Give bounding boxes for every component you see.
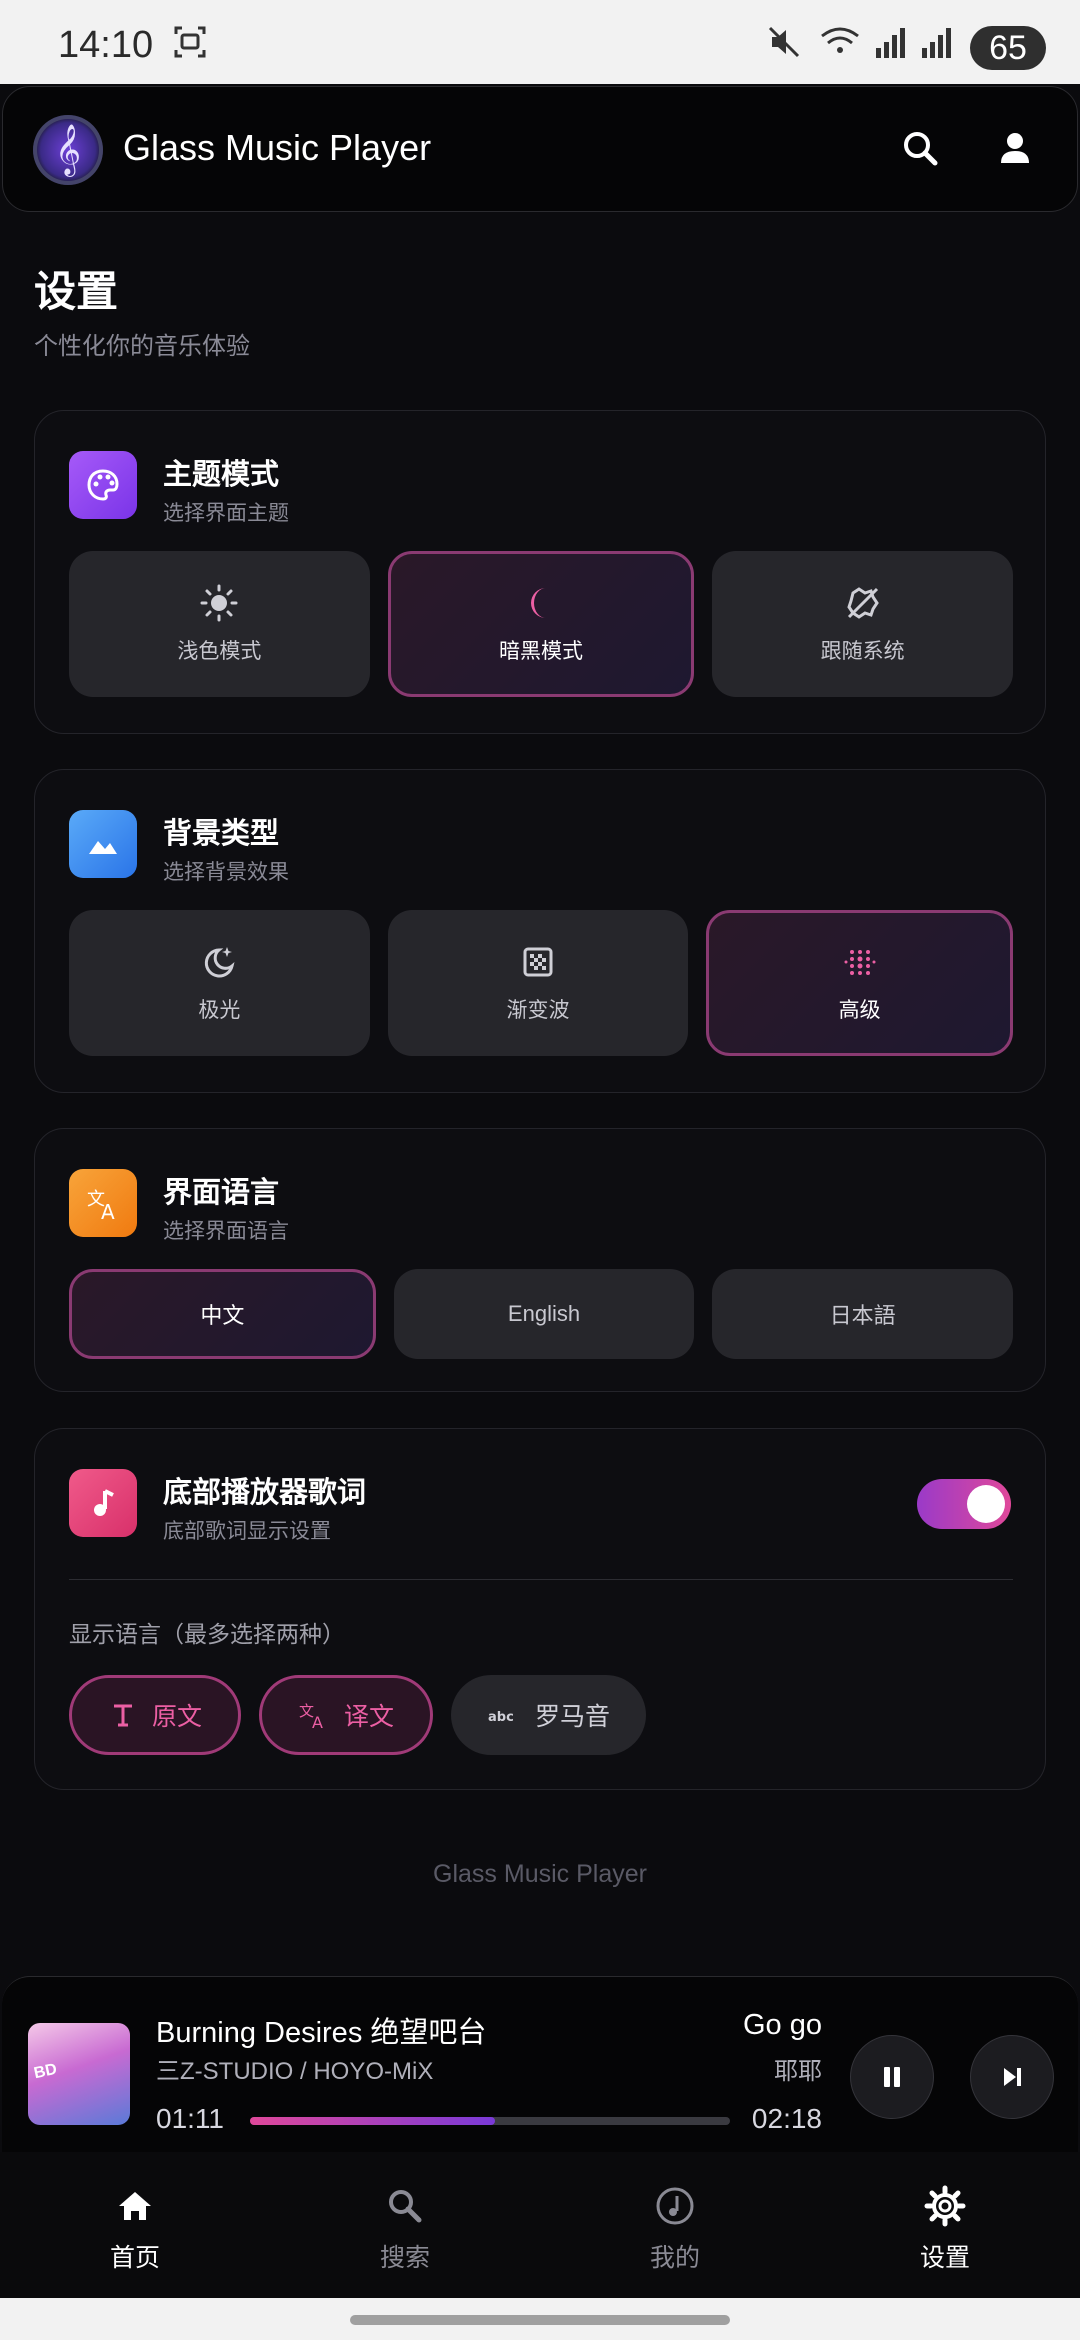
lyrics-subtitle: 底部歌词显示设置 — [163, 1520, 331, 1543]
theme-option-dark[interactable]: 暗黑模式 — [387, 551, 695, 697]
music-note-icon — [656, 2187, 694, 2225]
gesture-bar — [0, 2298, 1080, 2340]
home-indicator[interactable] — [350, 2315, 730, 2325]
total-time: 02:18 — [751, 2103, 822, 2134]
toggle-knob — [967, 1485, 1005, 1523]
background-option-label: 极光 — [198, 999, 241, 1022]
nav-label: 首页 — [109, 2244, 160, 2272]
lyrics-chip-romaji[interactable]: abc 罗马音 — [451, 1675, 647, 1755]
background-option-aurora[interactable]: 极光 — [69, 910, 370, 1056]
sun-icon — [200, 584, 238, 622]
status-time: 14:10 — [58, 24, 154, 66]
wifi-icon — [821, 27, 859, 53]
language-option-chinese[interactable]: 中文 — [69, 1269, 376, 1359]
status-bar: 14:10 65 — [0, 0, 1080, 84]
abc-icon: abc — [488, 1710, 514, 1725]
lyrics-title: 底部播放器歌词 — [163, 1477, 367, 1509]
theme-option-label: 暗黑模式 — [499, 640, 583, 663]
background-option-advanced[interactable]: 高级 — [706, 910, 1014, 1056]
svg-text:abc: abc — [488, 1710, 514, 1725]
nav-settings[interactable]: 设置 — [810, 2152, 1080, 2298]
nav-label: 搜索 — [379, 2244, 430, 2272]
landscape-icon — [69, 810, 137, 878]
lyric-translation: 耶耶 — [774, 2058, 822, 2085]
mini-player[interactable]: BD Burning Desires 绝望吧台 三Z-STUDIO / HOYO… — [2, 1976, 1078, 2153]
background-option-gradient[interactable]: 渐变波 — [387, 910, 689, 1056]
translate-icon: 文 A — [299, 1702, 323, 1730]
signal-icon — [922, 28, 951, 58]
theme-subtitle: 选择界面主题 — [163, 502, 289, 525]
language-card: 文 A 界面语言 选择界面语言 中文 English 日本語 — [34, 1128, 1046, 1392]
chip-label: 译文 — [344, 1703, 395, 1731]
progress-bar[interactable] — [250, 2117, 730, 2125]
theme-option-light[interactable]: 浅色模式 — [69, 551, 370, 697]
night-icon — [205, 947, 235, 978]
nav-label: 设置 — [919, 2244, 970, 2272]
settings-icon — [924, 2185, 966, 2227]
theme-card: 主题模式 选择界面主题 浅色模式 暗黑模式 跟随系统 — [34, 410, 1046, 734]
theme-option-system[interactable]: 跟随系统 — [712, 551, 1014, 697]
pause-icon — [884, 2067, 900, 2087]
home-icon — [119, 2192, 151, 2220]
theme-option-label: 跟随系统 — [820, 640, 905, 663]
background-card: 背景类型 选择背景效果 极光 渐变波 高级 — [34, 769, 1046, 1093]
account-icon[interactable] — [985, 119, 1045, 179]
album-cover[interactable]: BD — [28, 2023, 130, 2125]
theme-title: 主题模式 — [163, 459, 280, 491]
song-title: Burning Desires 绝望吧台 — [156, 2017, 487, 2049]
language-subtitle: 选择界面语言 — [163, 1220, 289, 1243]
lyrics-display-label: 显示语言（最多选择两种） — [69, 1621, 345, 1647]
language-title: 界面语言 — [163, 1177, 280, 1209]
background-subtitle: 选择背景效果 — [163, 861, 289, 884]
app-logo: 𝄞 — [33, 115, 103, 185]
lyric-line: Go go — [743, 2009, 822, 2041]
app-title: Glass Music Player — [123, 127, 432, 168]
language-option-japanese[interactable]: 日本語 — [712, 1269, 1014, 1359]
nav-label: 我的 — [649, 2244, 700, 2272]
divider — [69, 1579, 1013, 1580]
search-icon — [389, 2190, 422, 2223]
progress-fill — [250, 2117, 495, 2125]
song-artist: 三Z-STUDIO / HOYO-MiX — [156, 2058, 434, 2085]
battery-indicator: 65 — [970, 26, 1046, 70]
palette-icon — [69, 451, 137, 519]
nav-mine[interactable]: 我的 — [540, 2152, 810, 2298]
pause-button[interactable] — [850, 2035, 934, 2119]
text-icon — [114, 1704, 132, 1727]
theme-option-label: 浅色模式 — [177, 640, 262, 663]
chip-label: 原文 — [152, 1703, 203, 1731]
music-note-icon — [69, 1469, 137, 1537]
gradient-icon — [523, 947, 553, 977]
nav-search[interactable]: 搜索 — [270, 2152, 540, 2298]
screenshot-icon — [174, 26, 206, 58]
search-icon[interactable] — [891, 119, 951, 179]
lyrics-chip-original[interactable]: 原文 — [69, 1675, 242, 1755]
background-option-label: 渐变波 — [506, 999, 570, 1022]
app-bar: 𝄞 Glass Music Player — [2, 86, 1078, 212]
lyrics-card: 底部播放器歌词 底部歌词显示设置 显示语言（最多选择两种） 原文 文 A 译文 … — [34, 1428, 1046, 1790]
translate-icon: 文 A — [69, 1169, 137, 1237]
lyrics-toggle[interactable] — [917, 1479, 1011, 1529]
mute-icon — [768, 26, 800, 58]
nav-home[interactable]: 首页 — [0, 2152, 270, 2298]
bottom-nav: 首页 搜索 我的 设置 — [0, 2152, 1080, 2298]
cover-text: BD — [32, 2060, 59, 2083]
chip-label: 罗马音 — [535, 1703, 611, 1731]
page-title: 设置 — [34, 268, 119, 315]
background-option-label: 高级 — [838, 999, 881, 1022]
grain-icon — [844, 950, 876, 975]
svg-text:A: A — [312, 1713, 323, 1730]
lyrics-chip-translation[interactable]: 文 A 译文 — [259, 1675, 434, 1755]
auto-brightness-icon — [847, 587, 879, 619]
language-option-english[interactable]: English — [393, 1269, 695, 1359]
page-subtitle: 个性化你的音乐体验 — [34, 333, 250, 360]
current-time: 01:11 — [156, 2103, 224, 2134]
footer-app-name: Glass Music Player — [433, 1860, 647, 1888]
signal-icon — [876, 28, 905, 58]
moon-icon — [531, 588, 546, 618]
skip-next-icon — [1004, 2068, 1021, 2086]
svg-text:A: A — [101, 1200, 115, 1223]
next-button[interactable] — [970, 2035, 1054, 2119]
background-title: 背景类型 — [163, 818, 280, 850]
